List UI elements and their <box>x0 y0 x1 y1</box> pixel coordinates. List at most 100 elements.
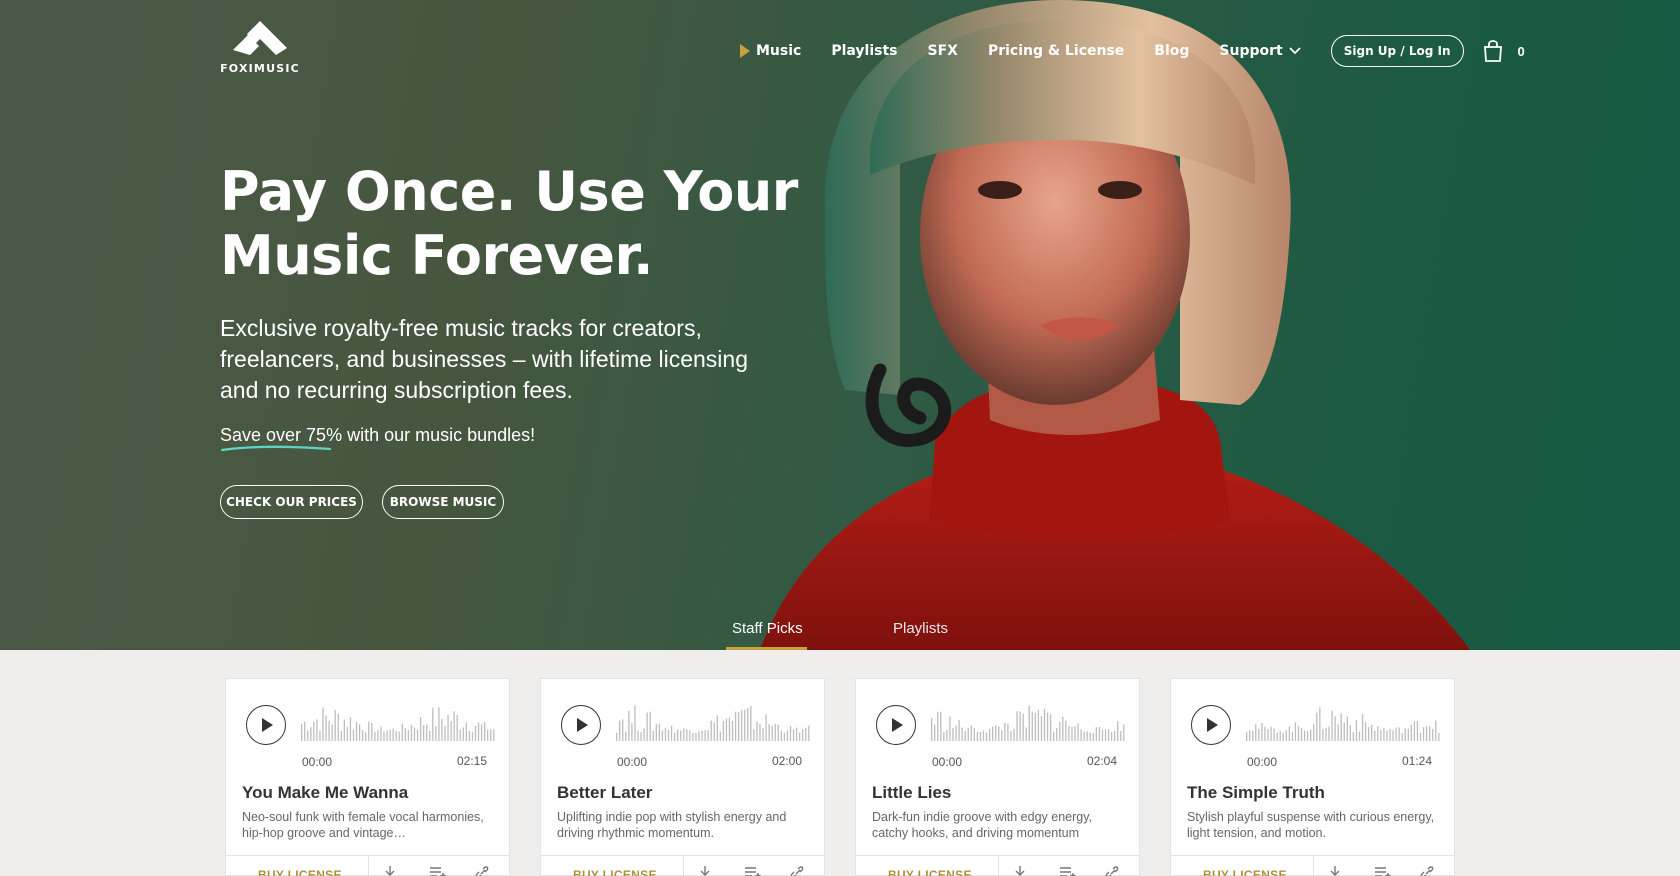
highlight-underline <box>220 445 332 452</box>
track-title[interactable]: You Make Me Wanna <box>242 783 408 803</box>
track-title[interactable]: Better Later <box>557 783 652 803</box>
track-description: Dark-fun indie groove with edgy energy, … <box>872 810 1093 840</box>
play-button[interactable] <box>246 705 286 745</box>
waveform-bar <box>683 728 685 741</box>
nav-sfx[interactable]: SFX <box>928 43 958 59</box>
waveform-bar <box>316 719 318 741</box>
track-title[interactable]: The Simple Truth <box>1187 783 1325 803</box>
buy-license-button[interactable]: BUY LICENSE <box>258 868 342 876</box>
cart-button[interactable]: 0 <box>1482 40 1525 62</box>
waveform-bar <box>731 720 734 741</box>
waveform-bar <box>1258 728 1260 741</box>
buy-license-button[interactable]: BUY LICENSE <box>1203 868 1287 876</box>
waveform-bar <box>1331 710 1333 741</box>
waveform-bar <box>1334 716 1336 741</box>
waveform[interactable] <box>931 705 1126 749</box>
waveform-bar <box>802 729 804 741</box>
waveform-bar <box>937 711 939 741</box>
waveform-bar <box>362 730 364 741</box>
waveform-bar <box>1267 729 1269 741</box>
waveform-bar <box>1410 724 1412 741</box>
waveform-bar <box>655 723 657 741</box>
link-icon[interactable] <box>1105 866 1119 876</box>
waveform-bar <box>1429 726 1431 741</box>
time-start: 00:00 <box>302 755 333 769</box>
waveform-bar <box>970 725 972 741</box>
play-button[interactable] <box>876 705 916 745</box>
waveform-bar <box>490 729 492 741</box>
waveform-bar <box>995 725 997 741</box>
active-tab-indicator <box>726 647 807 650</box>
waveform-bar <box>307 730 309 741</box>
nav-music[interactable]: Music <box>740 43 801 59</box>
waveform-bar <box>407 730 410 741</box>
add-to-playlist-icon[interactable] <box>745 866 761 876</box>
waveform-bar <box>931 717 933 741</box>
waveform-bar <box>380 726 382 741</box>
waveform[interactable] <box>301 705 496 749</box>
play-button[interactable] <box>1191 705 1231 745</box>
check-prices-button[interactable]: CHECK OUR PRICES <box>220 485 363 519</box>
waveform-bar <box>1114 730 1116 741</box>
waveform-bar <box>734 711 737 741</box>
waveform-bar <box>471 732 474 741</box>
waveform-bar <box>1040 716 1043 741</box>
waveform-bar <box>762 727 764 741</box>
brand-logo[interactable]: FOXIMUSIC <box>219 20 301 75</box>
waveform-bar <box>1080 729 1082 741</box>
download-icon[interactable] <box>383 866 397 876</box>
waveform-bar <box>744 709 746 741</box>
tab-playlists[interactable]: Playlists <box>893 620 948 637</box>
chevron-down-icon <box>1289 47 1301 55</box>
download-icon[interactable] <box>1328 866 1342 876</box>
waveform[interactable] <box>616 705 811 749</box>
waveform-bar <box>1307 731 1309 741</box>
waveform-bar <box>1374 730 1376 741</box>
waveform-bar <box>435 726 437 741</box>
waveform-bar <box>1095 727 1097 741</box>
link-icon[interactable] <box>475 866 489 876</box>
buy-license-button[interactable]: BUY LICENSE <box>573 868 657 876</box>
track-title[interactable]: Little Lies <box>872 783 951 803</box>
download-icon[interactable] <box>1013 866 1027 876</box>
waveform-bar <box>988 728 991 741</box>
divider <box>998 856 999 876</box>
signup-login-button[interactable]: Sign Up / Log In <box>1330 35 1464 67</box>
tab-staff-picks[interactable]: Staff Picks <box>732 620 803 637</box>
waveform-bar <box>462 727 464 741</box>
waveform-bar <box>780 730 782 741</box>
nav-playlists[interactable]: Playlists <box>831 43 897 59</box>
link-icon[interactable] <box>790 866 804 876</box>
play-button[interactable] <box>561 705 601 745</box>
cart-icon <box>1483 40 1502 62</box>
waveform-bar <box>1310 729 1312 741</box>
waveform-bar <box>401 723 403 741</box>
add-to-playlist-icon[interactable] <box>430 866 446 876</box>
waveform-bar <box>643 728 645 741</box>
add-to-playlist-icon[interactable] <box>1375 866 1391 876</box>
waveform-bar <box>1056 728 1058 741</box>
main-nav: Music Playlists SFX Pricing & License Bl… <box>740 35 1525 67</box>
download-icon[interactable] <box>698 866 712 876</box>
add-to-playlist-icon[interactable] <box>1060 866 1076 876</box>
waveform-bar <box>1104 729 1107 741</box>
headline-line-1: Pay Once. Use Your <box>220 160 798 223</box>
waveform-bar <box>774 723 776 741</box>
waveform-bar <box>695 732 697 741</box>
waveform-bar <box>646 712 648 741</box>
track-description: Uplifting indie pop with stylish energy … <box>557 810 787 840</box>
waveform-bar <box>1419 732 1422 741</box>
waveform-bar <box>1361 714 1364 741</box>
nav-support[interactable]: Support <box>1219 43 1301 59</box>
waveform-bar <box>304 721 306 741</box>
browse-music-button[interactable]: BROWSE MUSIC <box>382 485 504 519</box>
save-line: Save over 75% with our music bundles! <box>220 425 535 446</box>
link-icon[interactable] <box>1420 866 1434 876</box>
buy-license-button[interactable]: BUY LICENSE <box>888 868 972 876</box>
nav-blog[interactable]: Blog <box>1154 43 1189 59</box>
nav-pricing[interactable]: Pricing & License <box>988 43 1124 59</box>
waveform[interactable] <box>1246 705 1441 749</box>
waveform-bar <box>628 710 630 741</box>
waveform-bar <box>1340 713 1342 741</box>
headline-line-2: Music Forever. <box>220 224 653 287</box>
